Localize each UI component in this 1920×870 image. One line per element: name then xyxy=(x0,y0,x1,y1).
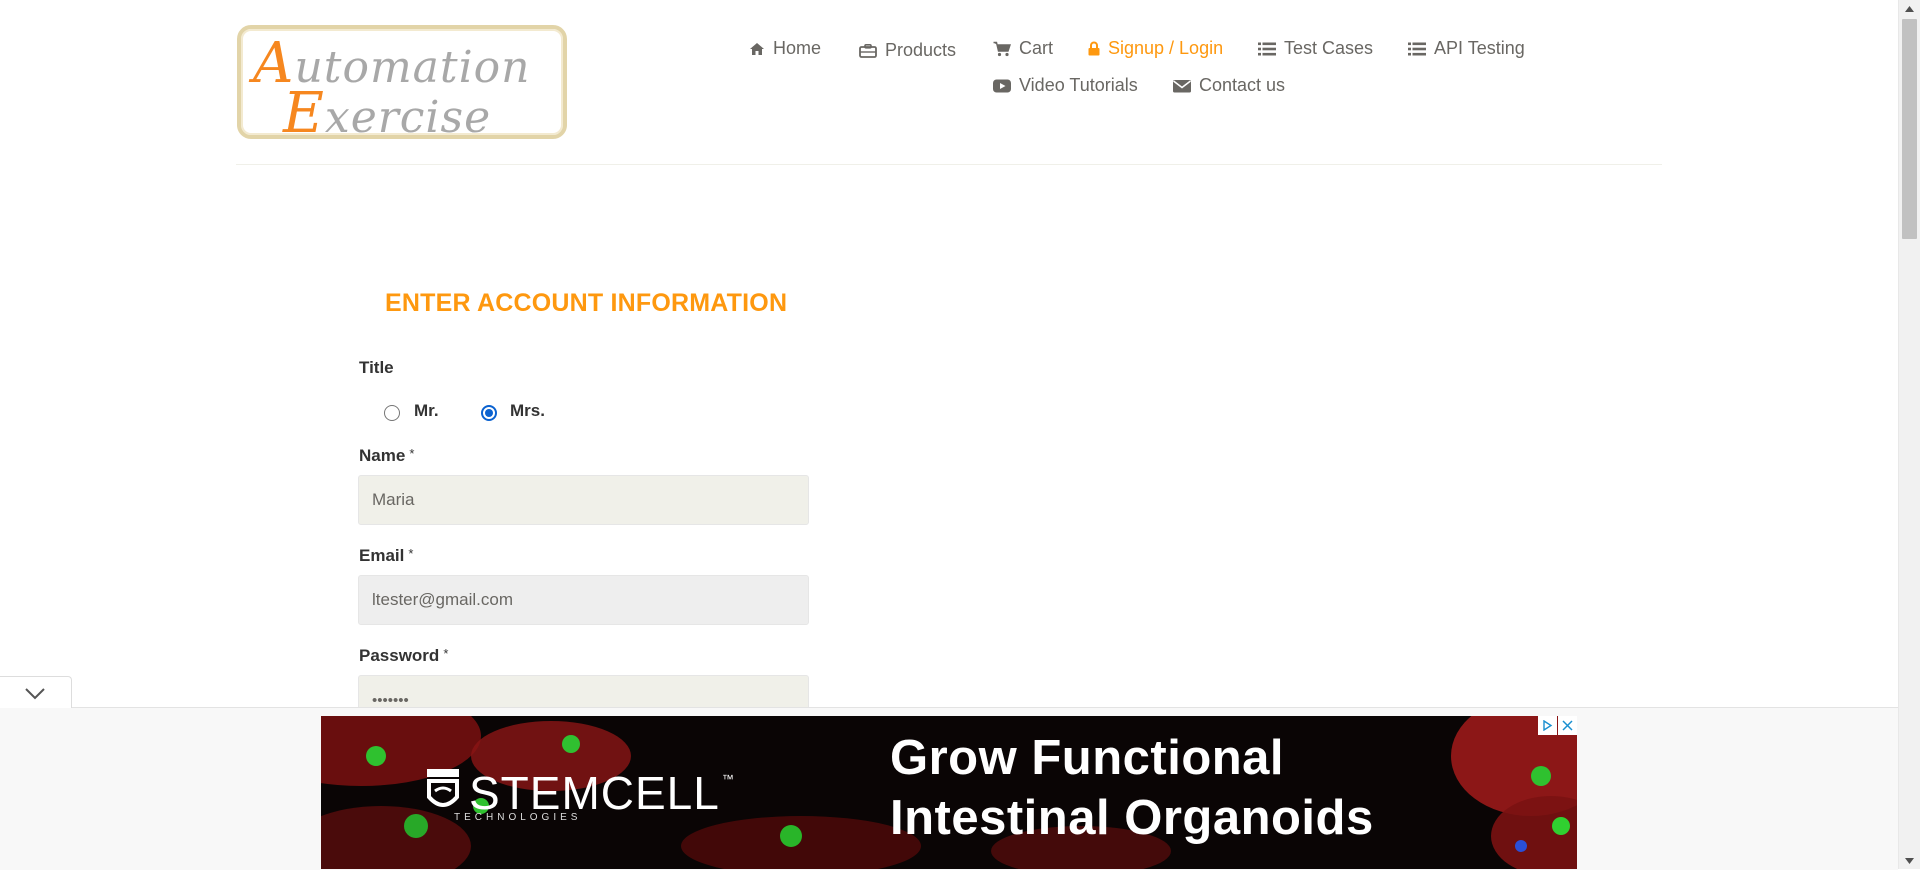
ad-close-icon[interactable] xyxy=(1558,716,1577,735)
nav-contact-us-link[interactable]: Contact us xyxy=(1173,75,1285,96)
nav-test-cases-label: Test Cases xyxy=(1284,38,1374,58)
lock-icon xyxy=(1088,41,1100,56)
title-mr-label[interactable]: Mr. xyxy=(414,401,439,421)
ad-banner[interactable]: STEMCELL ™ TECHNOLOGIES Grow Functional I… xyxy=(321,716,1577,869)
scrollbar-thumb[interactable] xyxy=(1902,19,1917,239)
list-icon xyxy=(1408,42,1426,56)
scroll-down-arrow-icon[interactable] xyxy=(1899,852,1920,869)
shopping-cart-icon xyxy=(993,41,1011,57)
name-label: Name * xyxy=(359,446,415,465)
required-marker: * xyxy=(409,446,415,461)
nav-contact-us-label: Contact us xyxy=(1199,75,1286,95)
nav-products-link[interactable]: Products xyxy=(859,40,956,61)
nav-home-link[interactable]: Home xyxy=(749,38,821,59)
ad-brand-subtitle: TECHNOLOGIES xyxy=(454,812,582,823)
title-label: Title xyxy=(359,358,394,377)
ad-brand-trademark: ™ xyxy=(721,772,734,786)
name-input[interactable]: Maria xyxy=(358,475,809,525)
nav-test-cases-link[interactable]: Test Cases xyxy=(1258,38,1373,59)
ad-collapse-button[interactable] xyxy=(0,676,72,708)
nav-cart-label: Cart xyxy=(1019,38,1054,58)
ad-controls xyxy=(1538,716,1577,735)
ad-headline-2: Intestinal Organoids xyxy=(890,791,1374,845)
youtube-play-icon xyxy=(993,79,1011,93)
nav-signup-login-label: Signup / Login xyxy=(1108,38,1224,58)
password-label: Password * xyxy=(359,646,449,665)
home-icon xyxy=(749,42,765,56)
ad-choices-icon[interactable] xyxy=(1538,716,1557,735)
email-label: Email * xyxy=(359,546,414,565)
header-divider xyxy=(236,164,1662,165)
nav-api-testing-label: API Testing xyxy=(1434,38,1525,58)
chevron-down-icon xyxy=(25,687,45,705)
nav-video-tutorials-link[interactable]: Video Tutorials xyxy=(993,75,1138,96)
nav-api-testing-link[interactable]: API Testing xyxy=(1408,38,1525,59)
title-mrs-label[interactable]: Mrs. xyxy=(510,401,545,421)
envelope-icon xyxy=(1173,79,1191,93)
nav-signup-login-link[interactable]: Signup / Login xyxy=(1088,38,1223,59)
required-marker: * xyxy=(443,646,449,661)
scroll-up-arrow-icon[interactable] xyxy=(1899,0,1920,17)
title-mrs-radio[interactable] xyxy=(481,405,497,421)
ad-headline-1: Grow Functional xyxy=(890,731,1285,785)
nav-video-tutorials-label: Video Tutorials xyxy=(1019,75,1138,95)
required-marker: * xyxy=(408,546,414,561)
page-title: ENTER ACCOUNT INFORMATION xyxy=(385,289,788,317)
main-navigation: Home Products Cart Signup / Login Test C… xyxy=(0,38,1920,118)
email-input[interactable]: ltester@gmail.com xyxy=(358,575,809,625)
nav-home-label: Home xyxy=(773,38,822,58)
nav-products-label: Products xyxy=(885,40,957,60)
briefcase-icon xyxy=(859,43,877,58)
title-mr-radio[interactable] xyxy=(384,405,400,421)
nav-cart-link[interactable]: Cart xyxy=(993,38,1053,59)
vertical-scrollbar[interactable] xyxy=(1898,0,1920,869)
list-icon xyxy=(1258,42,1276,56)
